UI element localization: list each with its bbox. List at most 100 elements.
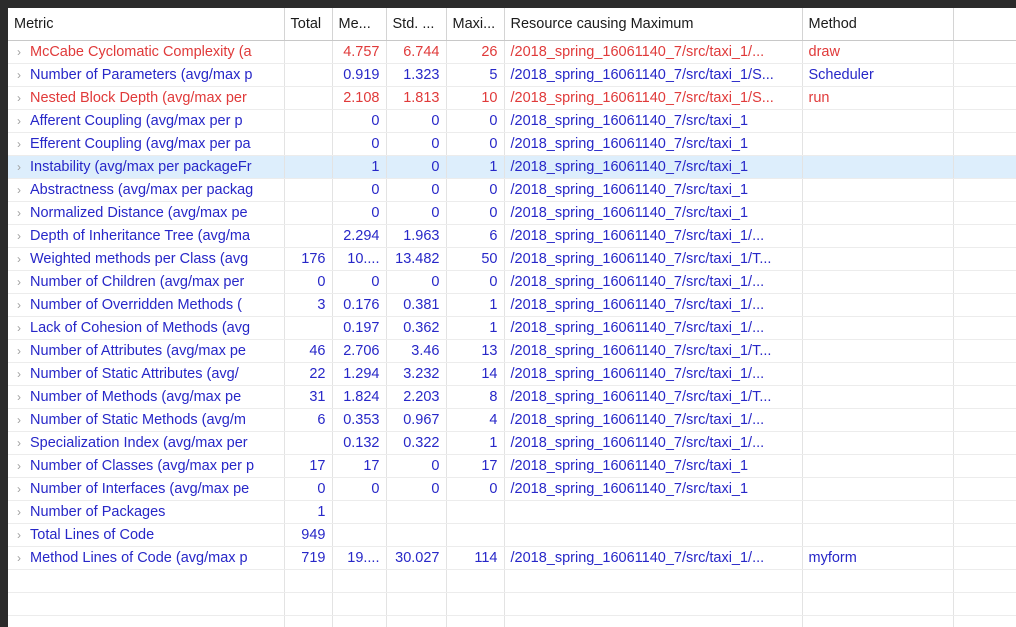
column-header-extra[interactable] <box>953 8 1016 41</box>
expand-chevron-icon[interactable]: › <box>8 179 30 201</box>
method-name-cell[interactable]: draw <box>802 40 954 64</box>
metric-name-cell[interactable]: › McCabe Cyclomatic Complexity (a <box>8 40 285 64</box>
expand-chevron-icon[interactable]: › <box>8 524 30 546</box>
resource-path-cell[interactable]: /2018_spring_16061140_7/src/taxi_1/... <box>504 431 803 455</box>
method-name-cell[interactable] <box>802 132 954 156</box>
table-row[interactable]: › Specialization Index (avg/max per 0.132 0… <box>8 431 1016 455</box>
resource-path-cell[interactable]: /2018_spring_16061140_7/src/taxi_1/... <box>504 270 803 294</box>
metric-name-cell[interactable]: › Number of Overridden Methods ( <box>8 293 285 317</box>
table-row[interactable]: › Method Lines of Code (avg/max p 719 19...… <box>8 546 1016 570</box>
metrics-table-view[interactable]: Metric Total Me... Std. ... Maxi... Reso… <box>8 8 1016 627</box>
method-name-cell[interactable]: Scheduler <box>802 63 954 87</box>
table-row[interactable]: › McCabe Cyclomatic Complexity (a 4.757 6.7… <box>8 40 1016 64</box>
column-header-total[interactable]: Total <box>284 8 333 41</box>
resource-path-cell[interactable]: /2018_spring_16061140_7/src/taxi_1 <box>504 201 803 225</box>
metric-name-cell[interactable]: › Weighted methods per Class (avg <box>8 247 285 271</box>
method-name-cell[interactable] <box>802 408 954 432</box>
expand-chevron-icon[interactable]: › <box>8 340 30 362</box>
metric-name-cell[interactable]: › Method Lines of Code (avg/max p <box>8 546 285 570</box>
expand-chevron-icon[interactable]: › <box>8 202 30 224</box>
table-row[interactable]: › Efferent Coupling (avg/max per pa 0 0 0/20… <box>8 132 1016 156</box>
resource-path-cell[interactable] <box>504 523 803 547</box>
method-name-cell[interactable] <box>802 316 954 340</box>
table-row[interactable]: › Depth of Inheritance Tree (avg/ma 2.294 1… <box>8 224 1016 248</box>
expand-chevron-icon[interactable]: › <box>8 41 30 63</box>
metric-name-cell[interactable]: › Number of Packages <box>8 500 285 524</box>
resource-path-cell[interactable]: /2018_spring_16061140_7/src/taxi_1/... <box>504 224 803 248</box>
metric-name-cell[interactable]: › Total Lines of Code <box>8 523 285 547</box>
column-header-maximum[interactable]: Maxi... <box>446 8 505 41</box>
column-header-mean[interactable]: Me... <box>332 8 387 41</box>
metric-name-cell[interactable]: › Nested Block Depth (avg/max per <box>8 86 285 110</box>
resource-path-cell[interactable]: /2018_spring_16061140_7/src/taxi_1/... <box>504 40 803 64</box>
table-row[interactable]: › Total Lines of Code 949 <box>8 523 1016 547</box>
metric-name-cell[interactable]: › Number of Interfaces (avg/max pe <box>8 477 285 501</box>
metric-name-cell[interactable]: › Number of Classes (avg/max per p <box>8 454 285 478</box>
resource-path-cell[interactable]: /2018_spring_16061140_7/src/taxi_1/S... <box>504 63 803 87</box>
expand-chevron-icon[interactable]: › <box>8 248 30 270</box>
resource-path-cell[interactable]: /2018_spring_16061140_7/src/taxi_1/... <box>504 316 803 340</box>
expand-chevron-icon[interactable]: › <box>8 363 30 385</box>
metric-name-cell[interactable]: › Instability (avg/max per packageFr <box>8 155 285 179</box>
method-name-cell[interactable] <box>802 385 954 409</box>
resource-path-cell[interactable]: /2018_spring_16061140_7/src/taxi_1 <box>504 178 803 202</box>
table-row[interactable]: › Number of Packages 1 <box>8 500 1016 524</box>
method-name-cell[interactable] <box>802 477 954 501</box>
method-name-cell[interactable] <box>802 293 954 317</box>
resource-path-cell[interactable]: /2018_spring_16061140_7/src/taxi_1/T... <box>504 247 803 271</box>
expand-chevron-icon[interactable]: › <box>8 294 30 316</box>
resource-path-cell[interactable]: /2018_spring_16061140_7/src/taxi_1/... <box>504 293 803 317</box>
metric-name-cell[interactable]: › Number of Parameters (avg/max p <box>8 63 285 87</box>
method-name-cell[interactable]: myform <box>802 546 954 570</box>
method-name-cell[interactable] <box>802 155 954 179</box>
table-row[interactable]: › Abstractness (avg/max per packag 0 0 0/201… <box>8 178 1016 202</box>
method-name-cell[interactable] <box>802 270 954 294</box>
table-row[interactable]: › Nested Block Depth (avg/max per 2.108 1.8… <box>8 86 1016 110</box>
method-name-cell[interactable] <box>802 431 954 455</box>
column-header-metric[interactable]: Metric <box>8 8 285 41</box>
expand-chevron-icon[interactable]: › <box>8 110 30 132</box>
expand-chevron-icon[interactable]: › <box>8 455 30 477</box>
method-name-cell[interactable] <box>802 224 954 248</box>
table-row[interactable]: › Number of Static Attributes (avg/22 1.29… <box>8 362 1016 386</box>
metric-name-cell[interactable]: › Number of Static Attributes (avg/ <box>8 362 285 386</box>
expand-chevron-icon[interactable]: › <box>8 271 30 293</box>
column-header-std-dev[interactable]: Std. ... <box>386 8 447 41</box>
method-name-cell[interactable]: run <box>802 86 954 110</box>
metric-name-cell[interactable]: › Number of Attributes (avg/max pe <box>8 339 285 363</box>
resource-path-cell[interactable]: /2018_spring_16061140_7/src/taxi_1 <box>504 155 803 179</box>
expand-chevron-icon[interactable]: › <box>8 156 30 178</box>
metric-name-cell[interactable]: › Efferent Coupling (avg/max per pa <box>8 132 285 156</box>
expand-chevron-icon[interactable]: › <box>8 133 30 155</box>
resource-path-cell[interactable]: /2018_spring_16061140_7/src/taxi_1 <box>504 477 803 501</box>
table-row[interactable]: › Number of Attributes (avg/max pe 46 2.706… <box>8 339 1016 363</box>
expand-chevron-icon[interactable]: › <box>8 432 30 454</box>
table-row[interactable]: › Number of Methods (avg/max pe 31 1.824 2.2… <box>8 385 1016 409</box>
expand-chevron-icon[interactable]: › <box>8 87 30 109</box>
expand-chevron-icon[interactable]: › <box>8 409 30 431</box>
resource-path-cell[interactable]: /2018_spring_16061140_7/src/taxi_1/... <box>504 546 803 570</box>
method-name-cell[interactable] <box>802 178 954 202</box>
resource-path-cell[interactable]: /2018_spring_16061140_7/src/taxi_1/T... <box>504 339 803 363</box>
expand-chevron-icon[interactable]: › <box>8 478 30 500</box>
resource-path-cell[interactable]: /2018_spring_16061140_7/src/taxi_1/... <box>504 362 803 386</box>
method-name-cell[interactable] <box>802 247 954 271</box>
table-row[interactable]: › Afferent Coupling (avg/max per p 0 0 0/201… <box>8 109 1016 133</box>
method-name-cell[interactable] <box>802 523 954 547</box>
metric-name-cell[interactable]: › Depth of Inheritance Tree (avg/ma <box>8 224 285 248</box>
resource-path-cell[interactable]: /2018_spring_16061140_7/src/taxi_1/S... <box>504 86 803 110</box>
method-name-cell[interactable] <box>802 109 954 133</box>
column-header-resource[interactable]: Resource causing Maximum <box>504 8 803 41</box>
expand-chevron-icon[interactable]: › <box>8 501 30 523</box>
resource-path-cell[interactable] <box>504 500 803 524</box>
resource-path-cell[interactable]: /2018_spring_16061140_7/src/taxi_1 <box>504 109 803 133</box>
table-row[interactable]: › Number of Static Methods (avg/m 6 0.353 0.… <box>8 408 1016 432</box>
table-row[interactable]: › Number of Classes (avg/max per p 17 17 0 17… <box>8 454 1016 478</box>
expand-chevron-icon[interactable]: › <box>8 317 30 339</box>
table-row[interactable]: › Number of Parameters (avg/max p 0.919 1.3… <box>8 63 1016 87</box>
resource-path-cell[interactable]: /2018_spring_16061140_7/src/taxi_1 <box>504 454 803 478</box>
metric-name-cell[interactable]: › Afferent Coupling (avg/max per p <box>8 109 285 133</box>
table-row[interactable]: › Instability (avg/max per packageFr 1 0 1/2… <box>8 155 1016 179</box>
resource-path-cell[interactable]: /2018_spring_16061140_7/src/taxi_1/T... <box>504 385 803 409</box>
table-row[interactable]: › Weighted methods per Class (avg 176 10...… <box>8 247 1016 271</box>
